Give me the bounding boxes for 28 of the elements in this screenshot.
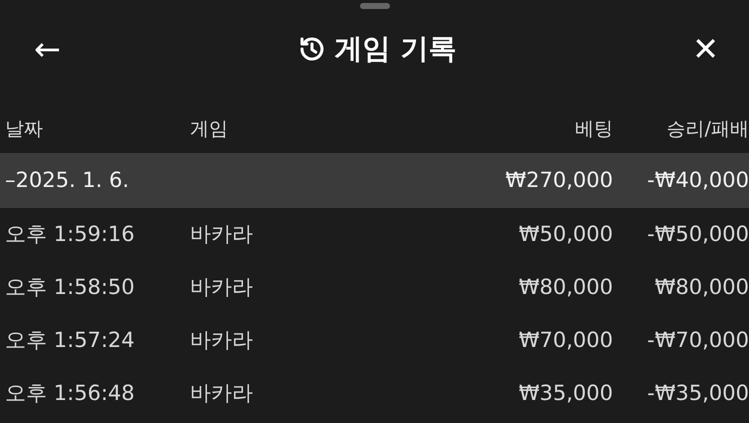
date-group-row[interactable]: –2025. 1. 6. ₩270,000 -₩40,000 xyxy=(0,153,749,208)
time-cell-text: 오후 1:59:16 xyxy=(5,220,136,248)
bet-cell-text: ₩35,000 xyxy=(518,380,613,407)
close-button[interactable]: ✕ xyxy=(692,33,719,65)
time-cell-text: 오후 1:57:24 xyxy=(5,326,136,354)
game-cell-text: 바카라 xyxy=(190,326,254,354)
column-header: 베팅 xyxy=(574,116,613,142)
drag-handle[interactable] xyxy=(360,3,390,9)
time-cell-text: 오후 1:56:48 xyxy=(5,380,136,407)
group-bet: ₩270,000 xyxy=(504,166,613,194)
column-header: 날짜 xyxy=(5,116,44,142)
result-cell-text: -₩70,000 xyxy=(646,326,749,354)
group-result: -₩40,000 xyxy=(646,166,749,194)
game-cell-text: 바카라 xyxy=(190,380,254,407)
result-cell-text: ₩80,000 xyxy=(654,274,749,301)
page-title: 게임 기록 xyxy=(334,31,456,67)
back-button[interactable]: ← xyxy=(34,33,61,65)
result-cell-text: -₩50,000 xyxy=(646,220,749,248)
bet-cell-text: ₩50,000 xyxy=(518,220,613,248)
game-cell-text: 바카라 xyxy=(190,274,254,301)
column-header: 게임 xyxy=(190,116,229,142)
time-cell-text: 오후 1:58:50 xyxy=(5,274,136,301)
bet-cell-text: ₩70,000 xyxy=(518,326,613,354)
game-cell-text: 바카라 xyxy=(190,220,254,248)
result-cell-text: -₩35,000 xyxy=(646,380,749,407)
group-date: –2025. 1. 6. xyxy=(5,166,130,194)
column-header: 승리/패배 xyxy=(666,116,749,142)
bet-cell-text: ₩80,000 xyxy=(518,274,613,301)
